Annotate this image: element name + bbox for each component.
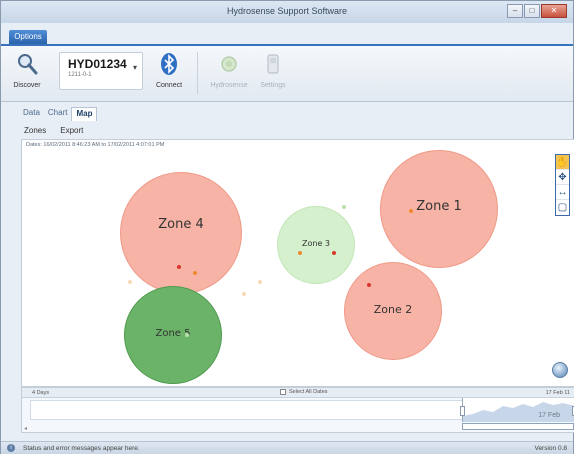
sensor-marker[interactable] xyxy=(242,292,246,296)
sensor-marker[interactable] xyxy=(332,251,336,255)
zone-5-circle[interactable]: Zone 5 xyxy=(124,286,222,384)
app-window: Hydrosense Support Software – □ ✕ Option… xyxy=(0,0,574,454)
magnifier-icon xyxy=(18,54,38,75)
hand-icon[interactable]: ✋ xyxy=(556,155,569,170)
tab-map[interactable]: Map xyxy=(71,107,98,121)
tab-chart[interactable]: Chart xyxy=(44,107,72,121)
pan-icon[interactable]: ✥ xyxy=(556,170,569,185)
timeline-range-label: 4 Days xyxy=(32,390,50,396)
zone-5-label: Zone 5 xyxy=(155,328,191,339)
title-bar: Hydrosense Support Software – □ ✕ xyxy=(1,1,573,23)
sensor-marker[interactable] xyxy=(185,333,189,337)
timeline-panel: 4 Days Select All Dates 17 Feb 11 17 Feb… xyxy=(21,387,574,433)
window-title: Hydrosense Support Software xyxy=(226,6,348,16)
select-all-checkbox[interactable] xyxy=(280,389,286,395)
view-tabs: Data Chart Map xyxy=(19,107,98,121)
sensor-marker[interactable] xyxy=(177,265,181,269)
connect-label: Connect xyxy=(155,82,183,89)
sensor-marker[interactable] xyxy=(298,251,302,255)
settings-label: Settings xyxy=(260,82,286,89)
map-toolbar: Zones Export xyxy=(21,125,86,139)
sensor-marker[interactable] xyxy=(367,283,371,287)
timeline-track[interactable] xyxy=(30,400,470,420)
timeline-scrollbar[interactable] xyxy=(462,423,574,430)
timeline-end-label: 17 Feb 11 xyxy=(545,390,570,396)
zone-3-circle[interactable]: Zone 3 xyxy=(277,206,355,284)
zone-3-label: Zone 3 xyxy=(302,239,330,248)
sensor-marker[interactable] xyxy=(258,280,262,284)
map-canvas[interactable]: Dates: 16/02/2011 8:46:23 AM to 17/02/20… xyxy=(21,139,574,387)
discover-button[interactable]: Discover xyxy=(5,50,49,96)
info-icon: i xyxy=(7,444,15,452)
window-controls: – □ ✕ xyxy=(506,4,567,18)
status-bar: i Status and error messages appear here.… xyxy=(1,441,573,454)
minimize-button[interactable]: – xyxy=(507,4,523,18)
device-settings-icon xyxy=(267,54,279,74)
settings-button[interactable]: Settings xyxy=(251,50,295,96)
tab-data[interactable]: Data xyxy=(19,107,44,121)
device-subtitle: 1211-0-1 xyxy=(68,72,92,78)
close-button[interactable]: ✕ xyxy=(541,4,567,18)
zone-4-label: Zone 4 xyxy=(158,217,204,232)
zone-1-circle[interactable]: Zone 1 xyxy=(380,150,498,268)
zones-button[interactable]: Zones xyxy=(21,125,49,139)
device-name: HYD01234 xyxy=(68,57,127,71)
device-selector[interactable]: HYD01234 1211-0-1 ▾ xyxy=(59,52,143,90)
zone-1-label: Zone 1 xyxy=(416,199,462,214)
zone-4-circle[interactable]: Zone 4 xyxy=(120,172,242,294)
hydrosense-button[interactable]: Hydrosense xyxy=(207,50,251,96)
timeline-selection[interactable]: 17 Feb xyxy=(460,398,574,422)
map-tools-panel: ✋ ✥ ↔ ▢ xyxy=(555,154,570,216)
zone-2-label: Zone 2 xyxy=(373,303,413,316)
zone-2-circle[interactable]: Zone 2 xyxy=(344,262,442,360)
select-all-label: Select All Dates xyxy=(289,389,328,395)
options-menu-tab[interactable]: Options xyxy=(9,30,47,44)
sensor-marker[interactable] xyxy=(342,205,346,209)
timeline-header: 4 Days Select All Dates 17 Feb 11 xyxy=(22,388,574,398)
select-all-dates[interactable]: Select All Dates xyxy=(280,389,328,395)
status-message: Status and error messages appear here. xyxy=(23,445,140,452)
timeline-selected-date: 17 Feb xyxy=(538,412,560,419)
sensor-marker[interactable] xyxy=(193,271,197,275)
globe-icon[interactable] xyxy=(552,362,568,378)
chevron-down-icon: ▾ xyxy=(132,63,137,72)
bluetooth-icon xyxy=(161,53,177,75)
select-box-icon[interactable]: ▢ xyxy=(556,200,569,215)
timeline-left-handle[interactable] xyxy=(460,406,465,416)
sensor-marker[interactable] xyxy=(128,280,132,284)
discover-label: Discover xyxy=(13,82,41,89)
resize-icon[interactable]: ↔ xyxy=(556,185,569,200)
ribbon: Discover HYD01234 1211-0-1 ▾ Connect Hyd… xyxy=(1,46,573,102)
hydrosense-label: Hydrosense xyxy=(210,82,248,89)
maximize-button[interactable]: □ xyxy=(524,4,540,18)
scroll-left-arrow-icon[interactable]: ◂ xyxy=(24,425,27,432)
export-button[interactable]: Export xyxy=(57,125,86,139)
map-date-range: Dates: 16/02/2011 8:46:23 AM to 17/02/20… xyxy=(26,142,165,148)
connect-button[interactable]: Connect xyxy=(147,50,191,96)
sensor-icon xyxy=(221,56,237,72)
sensor-marker[interactable] xyxy=(409,209,413,213)
version-label: Version 0.8 xyxy=(534,445,567,452)
ribbon-separator xyxy=(197,52,198,94)
